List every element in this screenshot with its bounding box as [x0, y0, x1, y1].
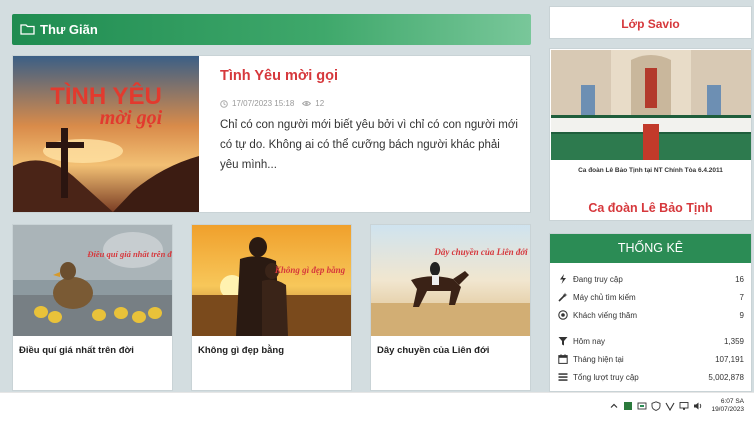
featured-article: TÌNH YÊU mời gọi Tình Yêu mời gọi 17/07/…: [12, 55, 531, 213]
featured-meta: 17/07/2023 15:18 12: [220, 99, 324, 108]
section-header: Thư Giãn: [12, 14, 531, 45]
article-card: Điều quí giá nhất trên đời Điều quí giá …: [12, 224, 173, 391]
filter-icon: [558, 336, 568, 346]
card-title[interactable]: Dây chuyền của Liên đới: [377, 345, 489, 356]
sidebar-choir-box: Ca đoàn Lê Bảo Tịnh tại NT Chính Tòa 6.4…: [549, 48, 752, 221]
article-card: Không gì đẹp bằng Không gì đẹp bằng: [191, 224, 352, 391]
choir-photo[interactable]: [551, 50, 751, 160]
stat-label: Máy chủ tìm kiếm: [573, 292, 636, 302]
system-tray: 6:07 SA 19/07/2023: [609, 398, 744, 414]
featured-date: 17/07/2023 15:18: [232, 99, 295, 108]
featured-title[interactable]: Tình Yêu mời gọi: [220, 68, 338, 84]
featured-excerpt: Chỉ có con người mới biết yêu bởi vì chỉ…: [220, 119, 518, 171]
stat-value: 7: [739, 292, 744, 302]
taskbar-time: 6:07 SA: [720, 398, 744, 405]
card-image[interactable]: Không gì đẹp bằng: [192, 225, 351, 336]
sidebar-class-box: Lớp Savio: [549, 6, 752, 39]
stat-value: 107,191: [715, 354, 744, 364]
network-card-icon[interactable]: [637, 401, 647, 411]
stat-value: 9: [739, 310, 744, 320]
list-icon: [558, 372, 568, 382]
card-image-text: Không gì đẹp bằng: [274, 265, 346, 275]
calendar-icon: [558, 354, 568, 364]
featured-image[interactable]: TÌNH YÊU mời gọi: [13, 56, 199, 212]
stat-value: 16: [735, 274, 744, 284]
target-icon: [558, 310, 568, 320]
monitor-icon[interactable]: [679, 401, 689, 411]
choir-title[interactable]: Ca đoàn Lê Bảo Tịnh: [550, 201, 751, 215]
stat-row-month: Tháng hiện tại 107,191: [558, 352, 744, 366]
stat-label: Tháng hiện tại: [573, 354, 624, 364]
stat-label: Khách viếng thăm: [573, 310, 638, 320]
card-image-text: Dây chuyền của Liên đới: [433, 247, 528, 257]
eye-icon: [302, 101, 312, 106]
stat-value: 1,359: [723, 336, 744, 346]
stat-label: Hôm nay: [573, 336, 606, 346]
stat-row-online: Đang truy cập 16: [558, 272, 744, 286]
taskbar-clock[interactable]: 6:07 SA 19/07/2023: [711, 398, 744, 414]
stat-label: Đang truy cập: [573, 274, 623, 284]
taskbar-date: 19/07/2023: [711, 406, 744, 413]
stats-heading: THỐNG KÊ: [550, 234, 751, 263]
card-title[interactable]: Không gì đẹp bằng: [198, 345, 284, 356]
speaker-icon[interactable]: [693, 401, 703, 411]
stat-label: Tổng lượt truy cập: [573, 372, 639, 382]
card-title[interactable]: Điều quí giá nhất trên đời: [19, 345, 134, 356]
folder-icon: [20, 24, 35, 35]
stat-row-bots: Máy chủ tìm kiếm 7: [558, 290, 744, 304]
stat-row-total: Tổng lượt truy cập 5,002,878: [558, 370, 744, 384]
app-tray-icon[interactable]: [623, 401, 633, 411]
stat-row-today: Hôm nay 1,359: [558, 334, 744, 348]
shield-icon[interactable]: [651, 401, 661, 411]
card-image[interactable]: Dây chuyền của Liên đới: [371, 225, 530, 336]
section-title: Thư Giãn: [40, 22, 98, 37]
card-image[interactable]: Điều quí giá nhất trên đời: [13, 225, 172, 336]
choir-photo-caption: Ca đoàn Lê Bảo Tịnh tại NT Chính Tòa 6.4…: [578, 167, 723, 174]
featured-image-text-1: TÌNH YÊU: [50, 82, 162, 110]
featured-image-text-2: mời gọi: [100, 107, 163, 129]
featured-views: 12: [315, 99, 325, 108]
stat-row-guests: Khách viếng thăm 9: [558, 308, 744, 322]
vpn-icon[interactable]: [665, 401, 675, 411]
clock-icon: [220, 99, 228, 108]
taskbar: 6:07 SA 19/07/2023: [0, 392, 754, 421]
bolt-icon: [558, 274, 568, 284]
magic-wand-icon: [558, 292, 568, 302]
chevron-up-icon[interactable]: [609, 401, 619, 411]
card-image-text: Điều quí giá nhất trên đời: [86, 249, 172, 259]
class-title[interactable]: Lớp Savio: [550, 17, 751, 31]
stat-value: 5,002,878: [708, 372, 744, 382]
stats-widget: THỐNG KÊ Đang truy cập 16 Máy chủ tìm ki…: [549, 233, 752, 392]
page-background: Thư Giãn TÌNH YÊU mời gọi Tình Yêu mời g…: [0, 0, 754, 392]
article-card: Dây chuyền của Liên đới Dây chuyền của L…: [370, 224, 531, 391]
